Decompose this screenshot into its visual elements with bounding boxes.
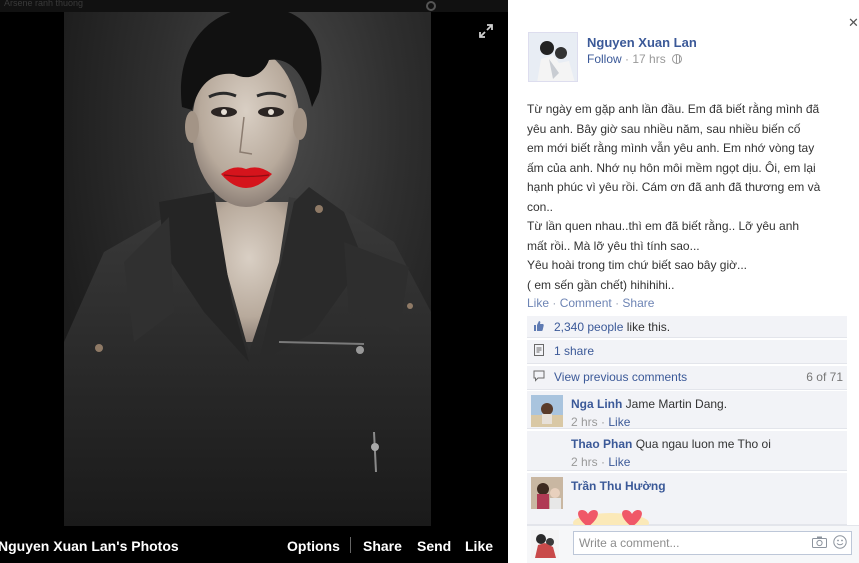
comment-item: Thao Phan Qua ngau luon me Tho oi 2 hrs … [527,431,847,471]
photo-caption-bar: Nguyen Xuan Lan's Photos Options Share S… [0,526,508,563]
actions-dot: · [552,296,557,310]
shares-row: 1 share [527,340,847,364]
author-avatar[interactable] [528,32,578,82]
album-title[interactable]: Nguyen Xuan Lan's Photos [0,538,179,554]
main-photo[interactable] [64,12,431,526]
post-meta: Follow · 17 hrs [587,52,683,66]
post-like-link[interactable]: Like [527,296,549,310]
comment-item: Trần Thu Hường [527,473,847,527]
background-page-text: Arsene ranh thuong [4,0,84,8]
background-page-strip: Arsene ranh thuong [0,0,508,12]
comment-input[interactable] [573,531,852,555]
commenter-avatar[interactable] [531,395,563,427]
post-text: Từ ngày em gặp anh lần đầu. Em đã biết r… [527,100,853,295]
post-text-line: con.. [527,199,554,214]
post-text-line: em mới biết rằng mình vẫn yêu anh. Em nh… [527,141,815,155]
camera-icon[interactable] [812,536,827,548]
meta-separator: · [625,52,630,66]
post-text-line: Từ lần quen nhau..thì em đã biết rằng.. … [527,219,800,233]
view-previous-comments-link[interactable]: View previous comments [554,370,687,384]
post-text-line: ấm của anh. Nhớ nụ hôn môi mềm ngọt dịu.… [527,160,816,175]
current-user-avatar [531,530,559,558]
post-text-line: Từ ngày em gặp anh lần đầu. Em đã biết r… [527,102,820,116]
options-button[interactable]: Options [287,538,340,554]
emoji-icon[interactable] [833,535,847,549]
thumbs-up-icon [534,321,544,331]
share-button[interactable]: Share [363,538,402,554]
follow-link[interactable]: Follow [587,52,622,66]
previous-comments-row[interactable]: View previous comments 6 of 71 [527,366,847,390]
likes-row: 2,340 people like this. [527,316,847,338]
like-button[interactable]: Like [465,538,493,554]
post-time[interactable]: 17 hrs [632,52,665,66]
comment-time[interactable]: 2 hrs [571,415,598,429]
comment-like-link[interactable]: Like [608,455,630,469]
post-text-line: mất rồi.. Mà lỡ yêu thì tính sao... [527,238,700,253]
commenter-avatar[interactable] [531,435,563,467]
comment-item: Nga Linh Jame Martin Dang. 2 hrs · Like [527,391,847,429]
post-text-line: hạnh phúc vì yêu rồi. Cám ơn đã anh đã t… [527,180,821,194]
commenter-name[interactable]: Trần Thu Hường [571,479,666,493]
portrait-illustration [64,12,431,526]
post-text-line: ( em sến gần chết) hihihihi.. [527,277,675,292]
caption-divider [350,537,351,553]
post-actions: Like · Comment · Share [527,296,654,310]
post-comment-link[interactable]: Comment [560,296,612,310]
photo-stage: Arsene ranh thuong Nguyen Xuan Lan's Pho… [0,0,508,563]
comment-text: Qua ngau luon me Tho oi [635,437,771,451]
globe-icon[interactable] [672,54,683,64]
actions-dot: · [615,296,620,310]
post-share-link[interactable]: Share [622,296,654,310]
shares-link[interactable]: 1 share [554,344,594,358]
likes-suffix: like this. [626,320,671,334]
photo-viewer: Arsene ranh thuong Nguyen Xuan Lan's Pho… [0,0,859,563]
post-text-line: Yêu hoài trong tim chứ biết sao bây giờ.… [527,258,748,272]
commenter-name[interactable]: Nga Linh [571,397,622,411]
comment-like-link[interactable]: Like [608,415,630,429]
comments-icon [533,370,545,382]
commenter-avatar[interactable] [531,477,563,509]
share-icon [534,344,544,356]
heart-icon [573,510,649,527]
likes-text: 2,340 people like this. [554,320,670,334]
comment-text: Jame Martin Dang. [625,397,728,411]
author-name[interactable]: Nguyen Xuan Lan [587,35,697,50]
post-text-line: yêu anh. Bây giờ sau nhiều năm, sau nhiề… [527,121,801,136]
comment-body: Nga Linh Jame Martin Dang. [571,397,727,411]
background-search-icon [426,1,436,11]
likes-people-link[interactable]: 2,340 people [554,320,623,334]
send-button[interactable]: Send [417,538,451,554]
comment-meta: 2 hrs · Like [571,415,631,429]
comment-composer [527,525,859,563]
comment-body: Trần Thu Hường [571,479,666,493]
comment-body: Thao Phan Qua ngau luon me Tho oi [571,437,771,451]
comments-count: 6 of 71 [806,370,843,384]
commenter-name[interactable]: Thao Phan [571,437,632,451]
close-icon[interactable]: ✕ [848,16,859,29]
comment-time[interactable]: 2 hrs [571,455,598,469]
comment-meta: 2 hrs · Like [571,455,631,469]
expand-icon[interactable] [479,24,493,38]
post-panel: ✕ Nguyen Xuan Lan Follow · 17 hrs Từ ngà… [508,0,859,563]
